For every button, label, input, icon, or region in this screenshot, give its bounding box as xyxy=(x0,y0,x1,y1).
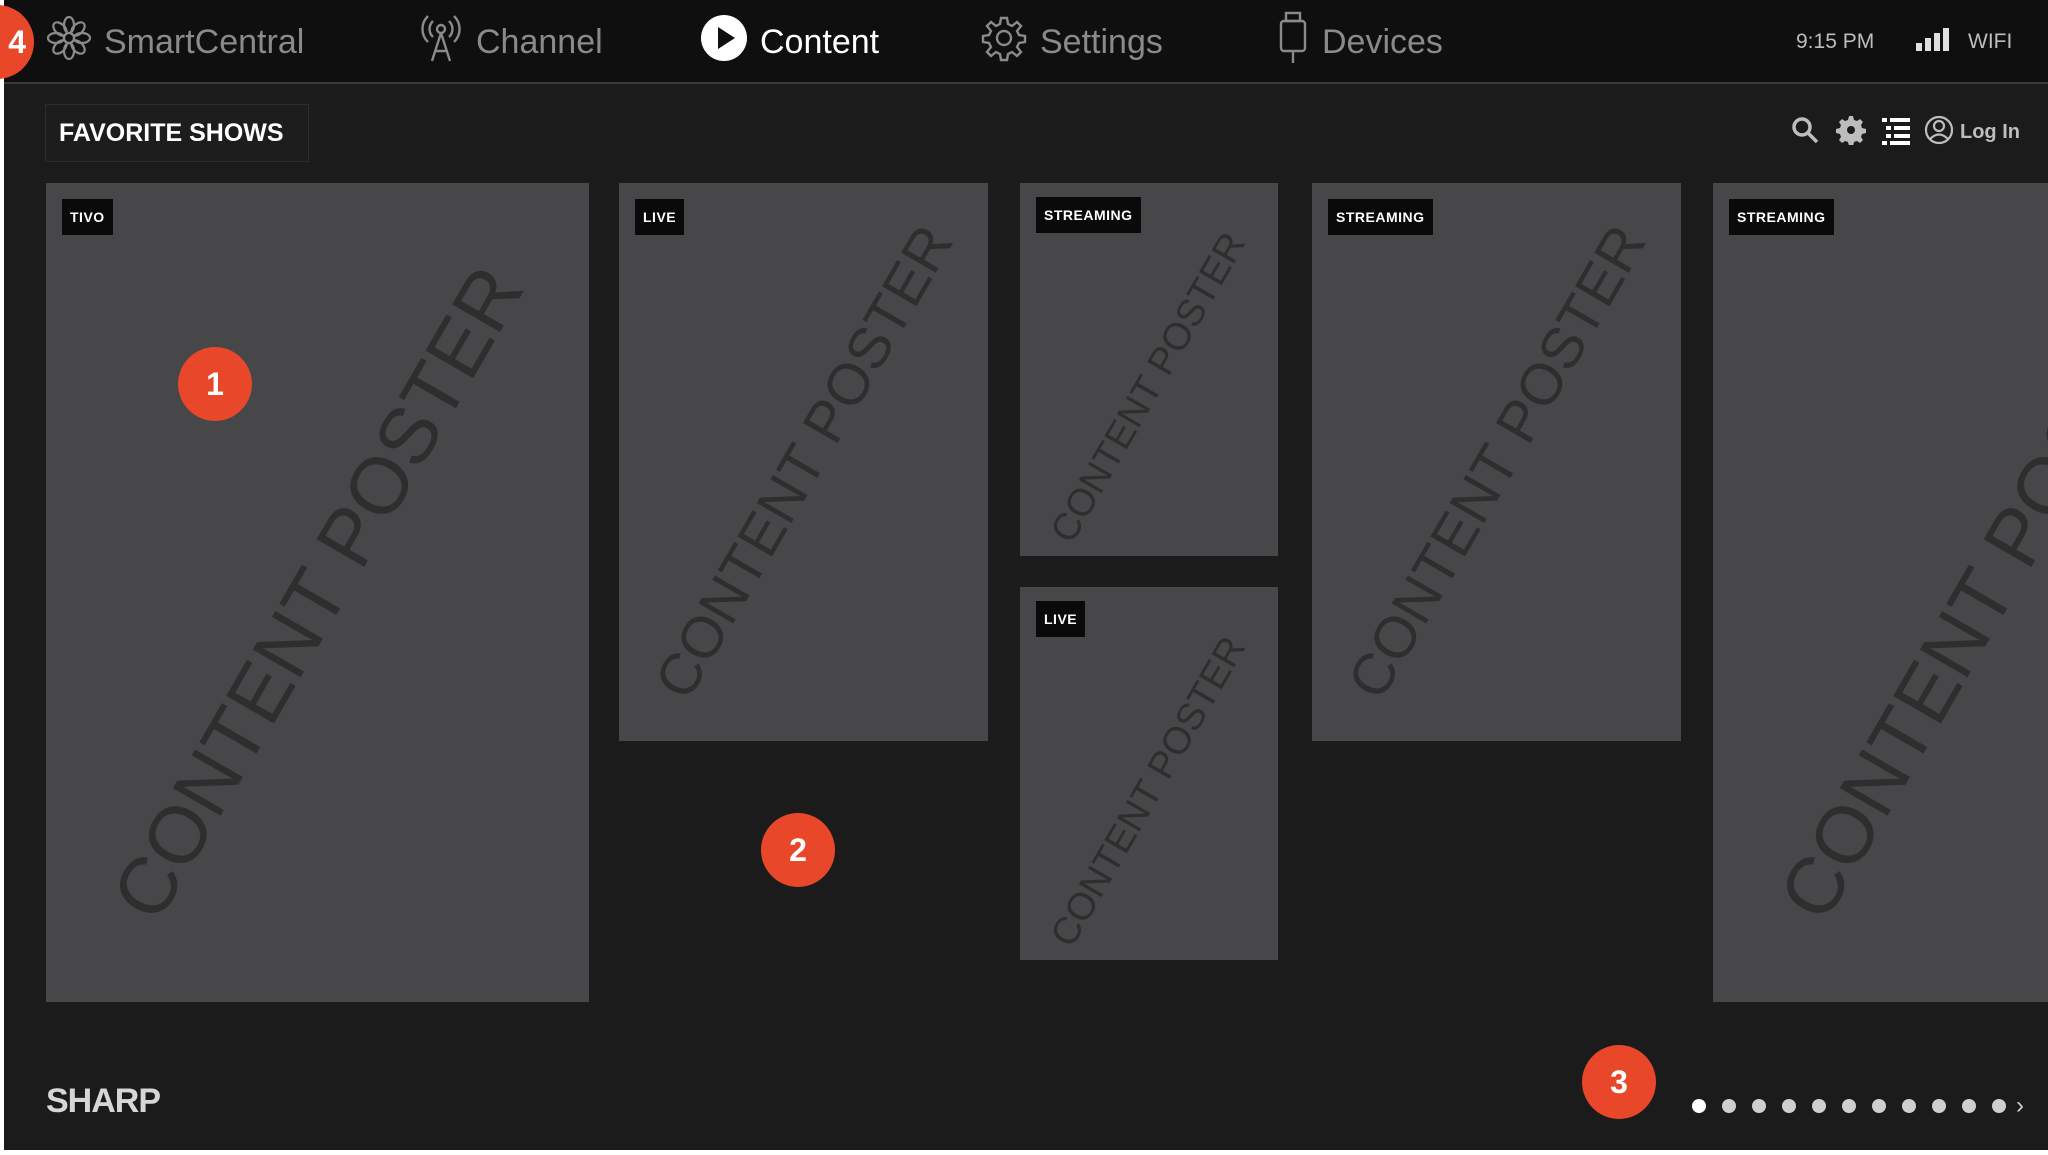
status-time: 9:15 PM xyxy=(1796,30,1875,53)
poster-placeholder: CONTENT POSTER xyxy=(1761,251,2048,934)
content-card[interactable]: STREAMING CONTENT POSTER xyxy=(1713,183,2048,1002)
nav-label-settings: Settings xyxy=(1040,22,1163,61)
source-badge: STREAMING xyxy=(1729,199,1834,235)
poster-placeholder: CONTENT POSTER xyxy=(641,214,966,710)
page-dot[interactable] xyxy=(1812,1099,1826,1113)
screen: SmartCentral Channel Content Settings De… xyxy=(0,0,2048,1155)
annotation-marker: 3 xyxy=(1582,1045,1656,1119)
pagination: › xyxy=(1692,1092,2024,1120)
page-dot[interactable] xyxy=(1692,1099,1706,1113)
source-badge: LIVE xyxy=(635,199,685,235)
usb-device-icon xyxy=(1276,11,1322,74)
top-nav-bar: SmartCentral Channel Content Settings De… xyxy=(4,0,2048,84)
section-title: FAVORITE SHOWS xyxy=(45,104,309,162)
antenna-icon xyxy=(418,11,476,74)
content-card[interactable]: STREAMING CONTENT POSTER xyxy=(1020,183,1278,556)
nav-item-smartcentral[interactable]: SmartCentral xyxy=(46,0,304,84)
page-dot[interactable] xyxy=(1752,1099,1766,1113)
page-dot[interactable] xyxy=(1722,1099,1736,1113)
page-dot[interactable] xyxy=(1782,1099,1796,1113)
settings-button[interactable] xyxy=(1836,114,1866,150)
tv-ui-panel: SmartCentral Channel Content Settings De… xyxy=(4,0,2048,1150)
source-badge: STREAMING xyxy=(1036,197,1141,233)
next-page-icon[interactable]: › xyxy=(2016,1092,2024,1120)
content-card[interactable]: LIVE CONTENT POSTER xyxy=(619,183,988,741)
content-card[interactable]: STREAMING CONTENT POSTER xyxy=(1312,183,1681,741)
flower-icon xyxy=(46,15,104,70)
page-dot[interactable] xyxy=(1902,1099,1916,1113)
content-card[interactable]: LIVE CONTENT POSTER xyxy=(1020,587,1278,960)
nav-item-devices[interactable]: Devices xyxy=(1276,0,1443,84)
search-button[interactable] xyxy=(1790,114,1820,150)
network-label: WIFI xyxy=(1968,30,2013,53)
source-badge: LIVE xyxy=(1036,601,1086,637)
play-icon xyxy=(700,14,760,71)
nav-item-content[interactable]: Content xyxy=(700,0,879,84)
page-dot[interactable] xyxy=(1932,1099,1946,1113)
poster-placeholder: CONTENT POSTER xyxy=(1334,214,1659,710)
source-badge: TIVO xyxy=(62,199,113,235)
annotation-marker: 1 xyxy=(178,347,252,421)
nav-item-channel[interactable]: Channel xyxy=(418,0,603,84)
gear-icon xyxy=(980,14,1040,71)
page-dot[interactable] xyxy=(1842,1099,1856,1113)
gear-icon xyxy=(1836,115,1866,150)
poster-placeholder: CONTENT POSTER xyxy=(1042,629,1255,954)
nav-label-smartcentral: SmartCentral xyxy=(104,22,305,61)
annotation-marker: 2 xyxy=(761,813,835,887)
login-label: Log In xyxy=(1960,120,2020,143)
nav-label-content: Content xyxy=(760,22,880,61)
status-network: WIFI xyxy=(1916,0,2012,84)
nav-item-settings[interactable]: Settings xyxy=(980,0,1163,84)
login-button[interactable]: Log In xyxy=(1924,114,2020,150)
poster-placeholder: CONTENT POSTER xyxy=(94,251,540,934)
page-dot[interactable] xyxy=(1992,1099,2006,1113)
page-dot[interactable] xyxy=(1872,1099,1886,1113)
user-icon xyxy=(1924,115,1954,150)
brand-logo: SHARP xyxy=(46,1082,161,1120)
poster-placeholder: CONTENT POSTER xyxy=(1042,225,1255,550)
page-dot[interactable] xyxy=(1962,1099,1976,1113)
source-badge: STREAMING xyxy=(1328,199,1433,235)
nav-label-devices: Devices xyxy=(1322,22,1443,61)
signal-bars-icon xyxy=(1916,27,1956,57)
list-icon xyxy=(1882,115,1910,150)
search-icon xyxy=(1790,115,1820,150)
nav-label-channel: Channel xyxy=(476,22,603,61)
content-card[interactable]: TIVO CONTENT POSTER xyxy=(46,183,589,1002)
list-view-button[interactable] xyxy=(1882,114,1910,150)
